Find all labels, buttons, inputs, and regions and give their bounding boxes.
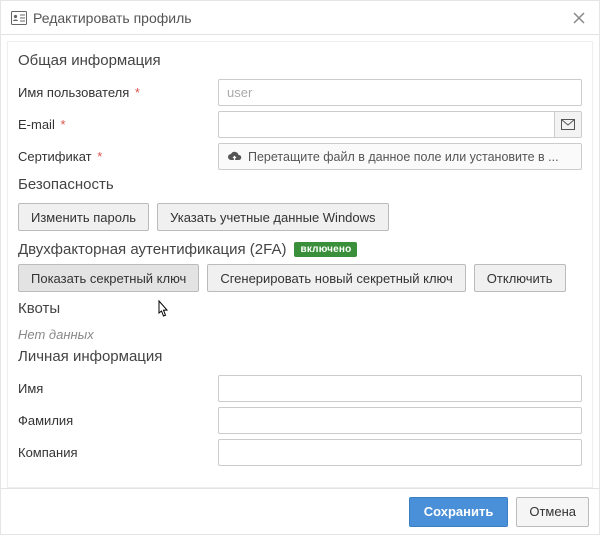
disable-twofa-button[interactable]: Отключить — [474, 264, 566, 292]
required-mark: * — [60, 117, 65, 132]
required-mark: * — [97, 149, 102, 164]
profile-card-icon — [11, 10, 27, 26]
company-label: Компания — [18, 445, 218, 460]
firstname-input[interactable] — [218, 375, 582, 402]
username-input[interactable] — [218, 79, 582, 106]
username-label: Имя пользователя * — [18, 85, 218, 100]
row-firstname: Имя — [18, 375, 582, 402]
section-personal: Личная информация — [18, 348, 582, 365]
close-icon — [573, 12, 585, 24]
lastname-label: Фамилия — [18, 413, 218, 428]
email-input[interactable] — [218, 111, 554, 138]
regen-secret-button[interactable]: Сгенерировать новый секретный ключ — [207, 264, 465, 292]
certificate-label: Сертификат * — [18, 149, 218, 164]
company-input[interactable] — [218, 439, 582, 466]
envelope-icon — [561, 119, 575, 130]
windows-creds-button[interactable]: Указать учетные данные Windows — [157, 203, 388, 231]
dialog-title: Редактировать профиль — [33, 10, 569, 26]
cloud-upload-icon — [227, 151, 242, 163]
required-mark: * — [135, 85, 140, 100]
save-button[interactable]: Сохранить — [409, 497, 509, 527]
lastname-input[interactable] — [218, 407, 582, 434]
certificate-placeholder: Перетащите файл в данное поле или устано… — [248, 150, 559, 164]
security-buttons: Изменить пароль Указать учетные данные W… — [18, 203, 582, 231]
change-password-button[interactable]: Изменить пароль — [18, 203, 149, 231]
row-company: Компания — [18, 439, 582, 466]
twofa-status-badge: включено — [294, 242, 357, 257]
edit-profile-dialog: Редактировать профиль Общая информация И… — [0, 0, 600, 535]
dialog-footer: Сохранить Отмена — [1, 488, 599, 534]
row-certificate: Сертификат * Перетащите файл в данное по… — [18, 143, 582, 170]
twofa-buttons: Показать секретный ключ Сгенерировать но… — [18, 264, 582, 292]
quotas-nodata: Нет данных — [18, 327, 582, 342]
dialog-body: Общая информация Имя пользователя * E-ma… — [1, 35, 599, 488]
row-email: E-mail * — [18, 111, 582, 138]
cancel-button[interactable]: Отмена — [516, 497, 589, 527]
section-general: Общая информация — [18, 52, 582, 69]
form-panel: Общая информация Имя пользователя * E-ma… — [7, 41, 593, 488]
row-lastname: Фамилия — [18, 407, 582, 434]
section-security: Безопасность — [18, 176, 582, 193]
close-button[interactable] — [569, 8, 589, 28]
section-twofa: Двухфакторная аутентификация (2FA) — [18, 241, 286, 258]
firstname-label: Имя — [18, 381, 218, 396]
certificate-dropzone[interactable]: Перетащите файл в данное поле или устано… — [218, 143, 582, 170]
email-label: E-mail * — [18, 117, 218, 132]
email-addon-button[interactable] — [554, 111, 582, 138]
section-twofa-header: Двухфакторная аутентификация (2FA) включ… — [18, 241, 582, 258]
dialog-titlebar: Редактировать профиль — [1, 1, 599, 35]
row-username: Имя пользователя * — [18, 79, 582, 106]
section-quotas: Квоты — [18, 300, 582, 317]
show-secret-button[interactable]: Показать секретный ключ — [18, 264, 199, 292]
